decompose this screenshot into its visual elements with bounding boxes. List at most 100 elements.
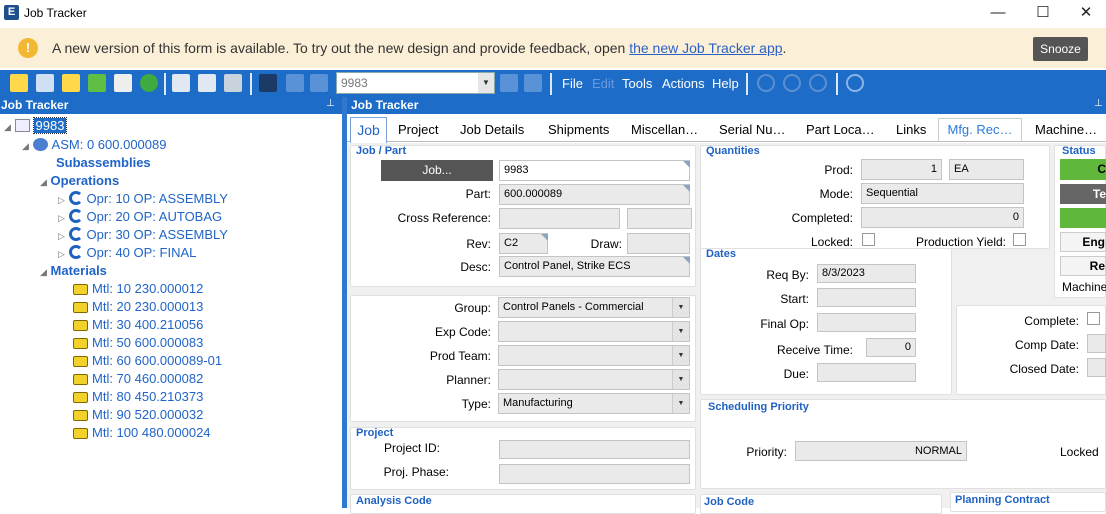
tree-node-operation[interactable]: ▷ Opr: 10 OP: ASSEMBLY <box>58 191 228 206</box>
job-record-combo[interactable]: 9983 <box>336 72 495 94</box>
tree-node-material[interactable]: Mtl: 20 230.000013 <box>73 299 203 314</box>
tab-shipments[interactable]: Shipments <box>548 122 609 137</box>
tree-node-operations[interactable]: ◢ Operations <box>40 173 119 188</box>
desc-field[interactable]: Control Panel, Strike ECS <box>499 256 690 277</box>
complete-checkbox[interactable] <box>1087 312 1100 325</box>
tab-job[interactable]: Job <box>350 117 387 143</box>
tree-node-material[interactable]: Mtl: 70 460.000082 <box>73 371 203 386</box>
close-button[interactable]: ✕ <box>1063 0 1106 26</box>
closed-date-field[interactable] <box>1087 358 1106 377</box>
pin-icon[interactable]: ⊥ <box>326 98 335 109</box>
type-select[interactable]: Manufacturing <box>498 393 690 414</box>
folder-icon[interactable] <box>62 74 80 92</box>
planner-select[interactable] <box>498 369 690 390</box>
clock-icon[interactable] <box>846 74 864 92</box>
crossref-secondary-field[interactable] <box>627 208 692 229</box>
completed-field[interactable]: 0 <box>861 207 1024 228</box>
snooze-button[interactable]: Snooze <box>1033 37 1088 61</box>
tab-miscellaneous[interactable]: Miscellan… <box>631 122 698 137</box>
status-complete-button[interactable]: C <box>1060 159 1106 180</box>
last-record-icon[interactable] <box>524 74 542 92</box>
priority-field[interactable]: NORMAL <box>795 441 967 461</box>
dates-title: Dates <box>706 248 736 260</box>
status-released-button[interactable]: Re <box>1060 256 1106 276</box>
tree-node-subassemblies[interactable]: Subassemblies <box>56 155 151 170</box>
tree-node-material[interactable]: Mtl: 60 600.000089-01 <box>73 353 222 368</box>
open-form-icon[interactable] <box>10 74 28 92</box>
tab-links[interactable]: Links <box>896 122 926 137</box>
tree-node-material[interactable]: Mtl: 10 230.000012 <box>73 281 203 296</box>
start-date-field[interactable] <box>817 288 916 307</box>
tree-node-job[interactable]: ◢ 9983 <box>4 117 68 134</box>
draw-field[interactable] <box>627 233 690 254</box>
tab-project[interactable]: Project <box>398 122 438 137</box>
prod-uom-field[interactable]: EA <box>949 159 1024 180</box>
minimize-button[interactable]: — <box>975 0 1021 26</box>
tree-node-material[interactable]: Mtl: 30 400.210056 <box>73 317 203 332</box>
search-binoculars-icon[interactable] <box>259 74 277 92</box>
crossref-field[interactable] <box>499 208 620 229</box>
tree-node-material[interactable]: Mtl: 100 480.000024 <box>73 425 211 440</box>
maximize-button[interactable]: ☐ <box>1020 0 1066 26</box>
menu-help[interactable]: Help <box>712 76 739 91</box>
tab-mfg-receipt[interactable]: Mfg. Rec… <box>938 118 1022 142</box>
pin-icon[interactable]: ⊥ <box>1094 98 1103 109</box>
menu-edit[interactable]: Edit <box>592 76 614 91</box>
mode-field[interactable]: Sequential <box>861 183 1024 204</box>
chevron-down-icon[interactable]: ▼ <box>478 73 494 93</box>
tab-serial-numbers[interactable]: Serial Nu… <box>719 122 785 137</box>
chevron-down-icon[interactable]: ▼ <box>672 394 689 413</box>
prodteam-select[interactable] <box>498 345 690 366</box>
chevron-down-icon[interactable]: ▼ <box>672 298 689 317</box>
tree-node-material[interactable]: Mtl: 50 600.000083 <box>73 335 203 350</box>
menu-tools[interactable]: Tools <box>622 76 652 91</box>
tab-part-location[interactable]: Part Loca… <box>806 122 875 137</box>
status-engineered-button[interactable]: Eng <box>1060 232 1106 252</box>
prod-qty-field[interactable]: 1 <box>861 159 942 180</box>
job-button[interactable]: Job... <box>381 160 493 181</box>
tree-node-operation[interactable]: ▷ Opr: 40 OP: FINAL <box>58 245 196 260</box>
tab-machine[interactable]: Machine… <box>1035 122 1097 137</box>
chevron-down-icon[interactable]: ▼ <box>672 322 689 341</box>
clear-icon[interactable] <box>114 74 132 92</box>
reqby-field[interactable]: 8/3/2023 <box>817 264 916 283</box>
forward-icon[interactable] <box>783 74 801 92</box>
chevron-down-icon[interactable]: ▼ <box>672 370 689 389</box>
copy-icon[interactable] <box>198 74 216 92</box>
first-record-icon[interactable] <box>286 74 304 92</box>
tree-node-materials[interactable]: ◢ Materials <box>40 263 107 278</box>
tree-node-operation[interactable]: ▷ Opr: 30 OP: ASSEMBLY <box>58 227 228 242</box>
paste-icon[interactable] <box>224 74 242 92</box>
tab-job-details[interactable]: Job Details <box>460 122 524 137</box>
locked-checkbox[interactable] <box>862 233 875 246</box>
tree-node-material[interactable]: Mtl: 90 520.000032 <box>73 407 203 422</box>
refresh-icon[interactable] <box>88 74 106 92</box>
previous-record-icon[interactable] <box>310 74 328 92</box>
group-select[interactable]: Control Panels - Commercial <box>498 297 690 318</box>
cut-icon[interactable] <box>172 74 190 92</box>
tree-node-material[interactable]: Mtl: 80 450.210373 <box>73 389 203 404</box>
expcode-select[interactable] <box>498 321 690 342</box>
back-icon[interactable] <box>757 74 775 92</box>
status-template-button[interactable]: Te <box>1060 184 1106 204</box>
new-app-link[interactable]: the new Job Tracker app <box>629 40 782 56</box>
tree-node-operation[interactable]: ▷ Opr: 20 OP: AUTOBAG <box>58 209 222 224</box>
run-icon[interactable] <box>140 74 158 92</box>
production-yield-checkbox[interactable] <box>1013 233 1026 246</box>
finalop-date-field[interactable] <box>817 313 916 332</box>
stop-icon[interactable] <box>809 74 827 92</box>
due-date-field[interactable] <box>817 363 916 382</box>
tree-node-assembly[interactable]: ◢ ASM: 0 600.000089 <box>22 137 166 152</box>
part-field[interactable]: 600.000089 <box>499 184 690 205</box>
keyboard-icon[interactable] <box>36 74 54 92</box>
job-number-field[interactable]: 9983 <box>499 160 690 181</box>
comp-date-field[interactable] <box>1087 334 1106 353</box>
status-indicator-button[interactable] <box>1060 208 1106 228</box>
project-phase-field[interactable] <box>499 464 690 484</box>
menu-file[interactable]: File <box>562 76 583 91</box>
next-record-icon[interactable] <box>500 74 518 92</box>
project-id-field[interactable] <box>499 440 690 459</box>
chevron-down-icon[interactable]: ▼ <box>672 346 689 365</box>
menu-actions[interactable]: Actions <box>662 76 705 91</box>
receive-time-field[interactable]: 0 <box>866 338 916 357</box>
